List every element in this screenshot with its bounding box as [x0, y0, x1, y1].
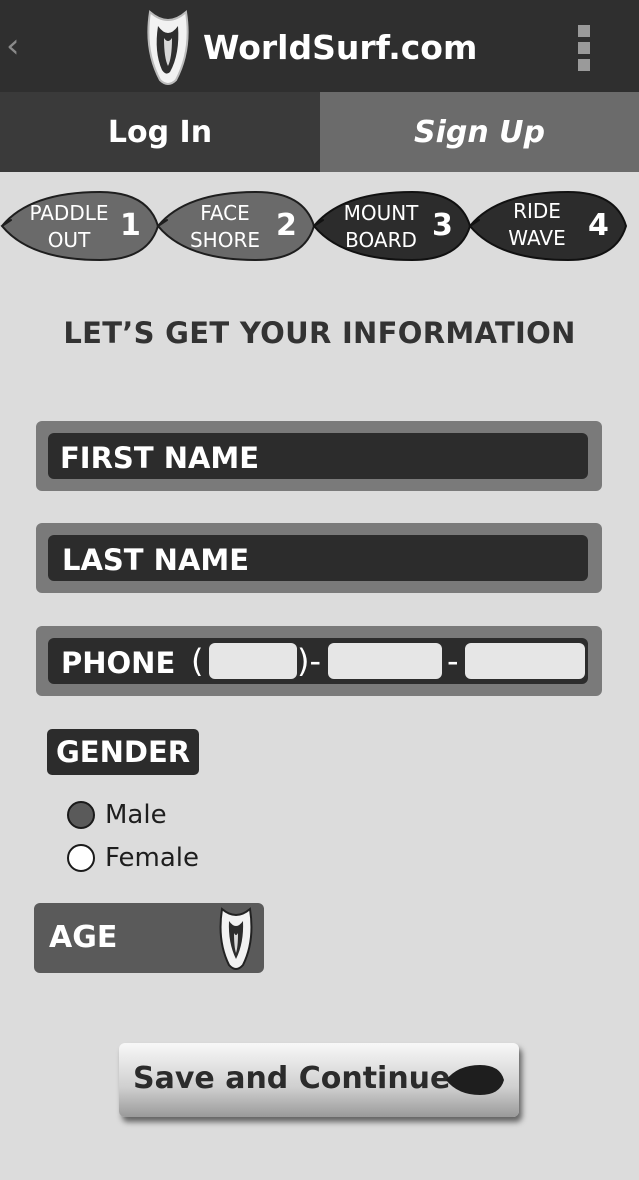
step-label-line1: PADDLE — [29, 201, 109, 225]
radio-female[interactable] — [67, 844, 95, 872]
step-number: 1 — [120, 208, 141, 243]
step-mount-board[interactable]: MOUNT BOARD 3 — [312, 186, 472, 266]
tab-sign-up[interactable]: Sign Up — [320, 92, 639, 172]
form-heading: LET’S GET YOUR INFORMATION — [63, 316, 576, 350]
phone-area-code-input[interactable] — [209, 643, 297, 679]
gender-label: GENDER — [47, 729, 200, 775]
gender-option-female[interactable]: Female — [67, 841, 199, 875]
radio-male[interactable] — [67, 801, 95, 829]
step-number: 2 — [276, 208, 297, 243]
tab-log-in[interactable]: Log In — [0, 92, 320, 172]
first-name-input[interactable]: FIRST NAME — [48, 433, 588, 479]
phone-close-paren: )- — [297, 642, 322, 680]
last-name-field[interactable]: LAST NAME — [36, 523, 602, 593]
radio-label-female: Female — [105, 843, 200, 873]
app-header: ‹ WorldSurf.com — [0, 0, 639, 92]
step-label-line1: FACE — [200, 201, 250, 225]
phone-open-paren: ( — [191, 642, 204, 680]
signup-progress-steps: PADDLE OUT 1 FACE SHORE 2 MOUNT BOARD 3 RID… — [0, 186, 639, 266]
first-name-label: FIRST NAME — [60, 441, 260, 475]
step-label-line2: SHORE — [189, 228, 260, 252]
step-label-line1: MOUNT — [343, 201, 419, 225]
phone-label: PHONE — [61, 646, 176, 680]
gender-option-male[interactable]: Male — [67, 798, 167, 832]
step-number: 3 — [432, 208, 453, 243]
age-dropdown[interactable]: AGE — [34, 903, 264, 973]
step-label-line2: BOARD — [345, 228, 417, 252]
radio-label-male: Male — [105, 800, 167, 830]
kebab-menu-icon[interactable] — [578, 25, 592, 71]
last-name-label: LAST NAME — [62, 543, 250, 577]
surfboard-dropdown-icon — [219, 907, 253, 970]
step-ride-wave[interactable]: RIDE WAVE 4 — [468, 186, 628, 266]
step-face-shore[interactable]: FACE SHORE 2 — [156, 186, 316, 266]
phone-prefix-input[interactable] — [328, 643, 442, 679]
phone-container: PHONE ( )- - — [48, 638, 588, 684]
step-label-line1: RIDE — [513, 199, 561, 223]
step-label-line2: WAVE — [508, 226, 566, 250]
last-name-input[interactable]: LAST NAME — [48, 535, 588, 581]
auth-tabs: Log In Sign Up — [0, 92, 639, 172]
save-button-label: Save and Continue — [133, 1061, 451, 1096]
step-number: 4 — [588, 208, 609, 243]
first-name-field[interactable]: FIRST NAME — [36, 421, 602, 491]
step-paddle-out[interactable]: PADDLE OUT 1 — [0, 186, 160, 266]
step-label-line2: OUT — [47, 228, 91, 252]
chevron-left-icon[interactable]: ‹ — [6, 26, 20, 66]
phone-field: PHONE ( )- - — [36, 626, 602, 696]
surfboard-arrow-icon — [446, 1065, 504, 1095]
surfboard-fin-icon — [147, 10, 189, 85]
phone-line-number-input[interactable] — [465, 643, 585, 679]
age-label: AGE — [49, 920, 118, 955]
save-and-continue-button[interactable]: Save and Continue — [119, 1043, 519, 1117]
brand-title: WorldSurf.com — [203, 28, 478, 67]
phone-dash: - — [447, 642, 459, 680]
